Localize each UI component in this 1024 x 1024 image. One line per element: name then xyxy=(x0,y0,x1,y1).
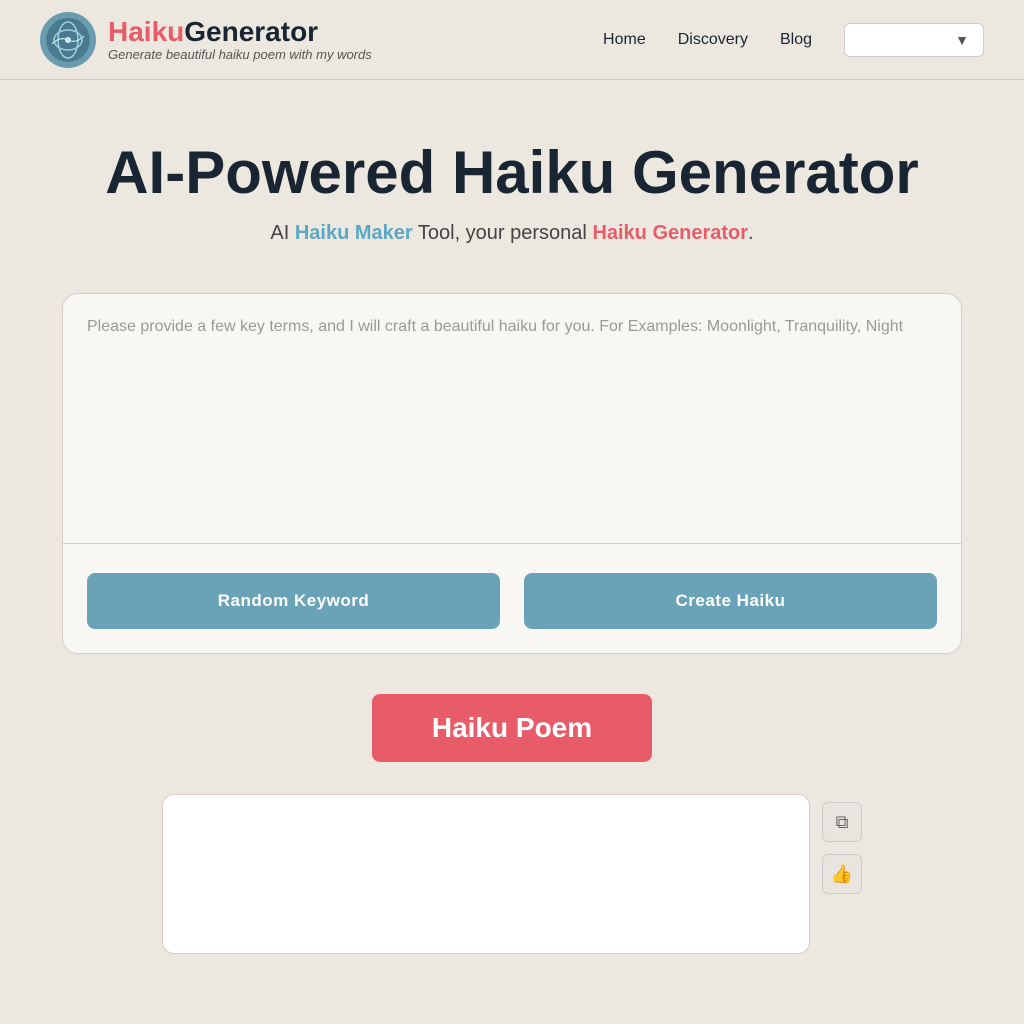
logo-text: HaikuGenerator Generate beautiful haiku … xyxy=(108,17,372,63)
like-icon: 👍 xyxy=(831,864,853,885)
logo-generator-text: Generator xyxy=(184,16,318,47)
create-haiku-button[interactable]: Create Haiku xyxy=(524,573,937,629)
main-nav: Home Discovery Blog ▼ xyxy=(603,23,984,57)
page-subtitle: AI Haiku Maker Tool, your personal Haiku… xyxy=(270,222,753,245)
keyword-input[interactable] xyxy=(63,294,961,544)
poem-card xyxy=(162,794,810,954)
subtitle-haiku-maker: Haiku Maker xyxy=(295,222,413,244)
nav-blog[interactable]: Blog xyxy=(780,31,812,49)
logo-title: HaikuGenerator xyxy=(108,17,372,48)
copy-icon: ⧉ xyxy=(836,812,849,833)
nav-home[interactable]: Home xyxy=(603,31,646,49)
dropdown-value xyxy=(859,32,863,48)
copy-button[interactable]: ⧉ xyxy=(822,802,862,842)
subtitle-middle: Tool, your personal xyxy=(413,222,593,244)
page-title: AI-Powered Haiku Generator xyxy=(105,140,919,206)
haiku-poem-banner: Haiku Poem xyxy=(372,694,652,762)
chevron-down-icon: ▼ xyxy=(955,32,969,48)
logo-haiku-text: Haiku xyxy=(108,16,184,47)
logo-subtitle: Generate beautiful haiku poem with my wo… xyxy=(108,47,372,62)
nav-discovery[interactable]: Discovery xyxy=(678,31,748,49)
like-button[interactable]: 👍 xyxy=(822,854,862,894)
subtitle-haiku-gen: Haiku Generator xyxy=(592,222,748,244)
logo-icon xyxy=(40,12,96,68)
subtitle-prefix: AI xyxy=(270,222,294,244)
nav-dropdown[interactable]: ▼ xyxy=(844,23,984,57)
random-keyword-button[interactable]: Random Keyword xyxy=(87,573,500,629)
logo-area: HaikuGenerator Generate beautiful haiku … xyxy=(40,12,372,68)
button-row: Random Keyword Create Haiku xyxy=(63,549,961,653)
subtitle-suffix: . xyxy=(748,222,754,244)
poem-actions: ⧉ 👍 xyxy=(822,794,862,894)
poem-area: ⧉ 👍 xyxy=(162,794,862,954)
input-card: Random Keyword Create Haiku xyxy=(62,293,962,654)
